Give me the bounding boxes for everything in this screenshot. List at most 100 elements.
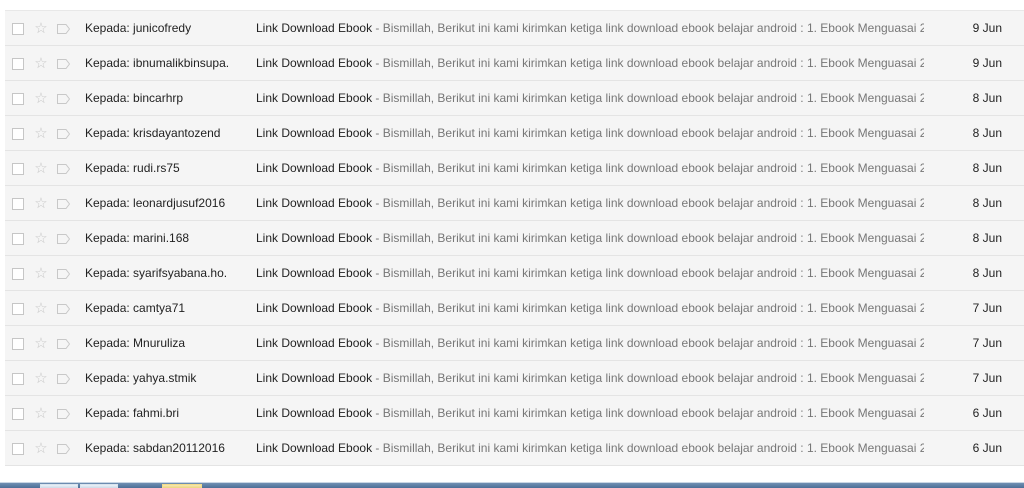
checkbox-icon[interactable] bbox=[12, 233, 24, 245]
mail-message: Link Download Ebook - Bismillah, Berikut… bbox=[256, 81, 924, 116]
importance-marker-icon[interactable] bbox=[57, 59, 70, 69]
windows-taskbar bbox=[0, 482, 1024, 488]
mail-snippet: Bismillah, Berikut ini kami kirimkan ket… bbox=[382, 406, 924, 420]
star-icon[interactable]: ☆ bbox=[34, 221, 48, 256]
mail-row[interactable]: ☆ Kepada: bincarhrp Link Download Ebook … bbox=[5, 81, 1024, 116]
star-icon[interactable]: ☆ bbox=[34, 11, 48, 46]
mail-separator: - bbox=[372, 91, 383, 105]
checkbox-icon[interactable] bbox=[12, 163, 24, 175]
mail-recipient: Kepada: camtya71 bbox=[85, 301, 186, 315]
mail-snippet: Bismillah, Berikut ini kami kirimkan ket… bbox=[382, 301, 924, 315]
mail-row[interactable]: ☆ Kepada: yahya.stmik Link Download Eboo… bbox=[5, 361, 1024, 396]
star-icon[interactable]: ☆ bbox=[34, 46, 48, 81]
mail-snippet: Bismillah, Berikut ini kami kirimkan ket… bbox=[382, 336, 924, 350]
checkbox-icon[interactable] bbox=[12, 408, 24, 420]
mail-date: 7 Jun bbox=[972, 301, 1002, 315]
importance-marker-icon[interactable] bbox=[57, 129, 70, 139]
mail-row[interactable]: ☆ Kepada: sabdan20112016 Link Download E… bbox=[5, 431, 1024, 466]
mail-separator: - bbox=[372, 441, 383, 455]
importance-marker-icon[interactable] bbox=[57, 339, 70, 349]
mail-row[interactable]: ☆ Kepada: ibnumalikbinsupa. Link Downloa… bbox=[5, 46, 1024, 81]
taskbar-button[interactable] bbox=[80, 484, 118, 488]
mail-recipient: Kepada: fahmi.bri bbox=[85, 406, 180, 420]
checkbox-icon[interactable] bbox=[12, 268, 24, 280]
star-icon[interactable]: ☆ bbox=[34, 326, 48, 361]
mail-snippet: Bismillah, Berikut ini kami kirimkan ket… bbox=[382, 21, 924, 35]
star-icon[interactable]: ☆ bbox=[34, 151, 48, 186]
importance-marker-icon[interactable] bbox=[57, 24, 70, 34]
mail-date: 6 Jun bbox=[972, 441, 1002, 455]
mail-snippet: Bismillah, Berikut ini kami kirimkan ket… bbox=[382, 161, 924, 175]
mail-date: 9 Jun bbox=[972, 56, 1002, 70]
mail-subject: Link Download Ebook bbox=[256, 126, 373, 140]
mail-recipient: Kepada: sabdan20112016 bbox=[85, 441, 225, 455]
mail-row[interactable]: ☆ Kepada: rudi.rs75 Link Download Ebook … bbox=[5, 151, 1024, 186]
mail-date: 7 Jun bbox=[972, 336, 1002, 350]
importance-marker-icon[interactable] bbox=[57, 304, 70, 314]
mail-date: 6 Jun bbox=[972, 406, 1002, 420]
mail-date: 8 Jun bbox=[972, 161, 1002, 175]
mail-snippet: Bismillah, Berikut ini kami kirimkan ket… bbox=[382, 126, 924, 140]
mail-recipient: Kepada: bincarhrp bbox=[85, 91, 184, 105]
checkbox-icon[interactable] bbox=[12, 198, 24, 210]
taskbar-button-active[interactable] bbox=[162, 484, 202, 488]
mail-recipient: Kepada: leonardjusuf2016 bbox=[85, 196, 226, 210]
mail-date: 9 Jun bbox=[972, 21, 1002, 35]
checkbox-icon[interactable] bbox=[12, 128, 24, 140]
star-icon[interactable]: ☆ bbox=[34, 396, 48, 431]
checkbox-icon[interactable] bbox=[12, 373, 24, 385]
star-icon[interactable]: ☆ bbox=[34, 186, 48, 221]
importance-marker-icon[interactable] bbox=[57, 269, 70, 279]
mail-separator: - bbox=[372, 266, 383, 280]
mail-row[interactable]: ☆ Kepada: fahmi.bri Link Download Ebook … bbox=[5, 396, 1024, 431]
mail-subject: Link Download Ebook bbox=[256, 266, 373, 280]
mail-snippet: Bismillah, Berikut ini kami kirimkan ket… bbox=[382, 441, 924, 455]
mail-snippet: Bismillah, Berikut ini kami kirimkan ket… bbox=[382, 56, 924, 70]
mail-separator: - bbox=[372, 161, 383, 175]
mail-row[interactable]: ☆ Kepada: syarifsyabana.ho. Link Downloa… bbox=[5, 256, 1024, 291]
mail-list-window: ☆ Kepada: junicofredy Link Download Eboo… bbox=[0, 0, 1024, 488]
checkbox-icon[interactable] bbox=[12, 23, 24, 35]
mail-recipient: Kepada: ibnumalikbinsupa. bbox=[85, 56, 230, 70]
importance-marker-icon[interactable] bbox=[57, 374, 70, 384]
star-icon[interactable]: ☆ bbox=[34, 431, 48, 466]
importance-marker-icon[interactable] bbox=[57, 199, 70, 209]
taskbar-button[interactable] bbox=[40, 484, 78, 488]
star-icon[interactable]: ☆ bbox=[34, 361, 48, 396]
mail-recipient: Kepada: krisdayantozend bbox=[85, 126, 221, 140]
importance-marker-icon[interactable] bbox=[57, 94, 70, 104]
importance-marker-icon[interactable] bbox=[57, 409, 70, 419]
mail-row[interactable]: ☆ Kepada: marini.168 Link Download Ebook… bbox=[5, 221, 1024, 256]
mail-row[interactable]: ☆ Kepada: krisdayantozend Link Download … bbox=[5, 116, 1024, 151]
importance-marker-icon[interactable] bbox=[57, 164, 70, 174]
importance-marker-icon[interactable] bbox=[57, 444, 70, 454]
mail-recipient: Kepada: Mnuruliza bbox=[85, 336, 186, 350]
checkbox-icon[interactable] bbox=[12, 58, 24, 70]
checkbox-icon[interactable] bbox=[12, 303, 24, 315]
mail-snippet: Bismillah, Berikut ini kami kirimkan ket… bbox=[382, 91, 924, 105]
mail-date: 8 Jun bbox=[972, 196, 1002, 210]
mail-row[interactable]: ☆ Kepada: leonardjusuf2016 Link Download… bbox=[5, 186, 1024, 221]
checkbox-icon[interactable] bbox=[12, 93, 24, 105]
star-icon[interactable]: ☆ bbox=[34, 256, 48, 291]
mail-date: 8 Jun bbox=[972, 91, 1002, 105]
mail-separator: - bbox=[372, 21, 383, 35]
mail-row[interactable]: ☆ Kepada: Mnuruliza Link Download Ebook … bbox=[5, 326, 1024, 361]
mail-snippet: Bismillah, Berikut ini kami kirimkan ket… bbox=[382, 231, 924, 245]
mail-date: 8 Jun bbox=[972, 231, 1002, 245]
mail-separator: - bbox=[372, 231, 383, 245]
mail-separator: - bbox=[372, 406, 383, 420]
mail-list: ☆ Kepada: junicofredy Link Download Eboo… bbox=[5, 10, 1024, 466]
mail-subject: Link Download Ebook bbox=[256, 196, 373, 210]
mail-separator: - bbox=[372, 126, 383, 140]
star-icon[interactable]: ☆ bbox=[34, 81, 48, 116]
importance-marker-icon[interactable] bbox=[57, 234, 70, 244]
checkbox-icon[interactable] bbox=[12, 443, 24, 455]
checkbox-icon[interactable] bbox=[12, 338, 24, 350]
mail-row[interactable]: ☆ Kepada: junicofredy Link Download Eboo… bbox=[5, 11, 1024, 46]
star-icon[interactable]: ☆ bbox=[34, 116, 48, 151]
star-icon[interactable]: ☆ bbox=[34, 291, 48, 326]
mail-subject: Link Download Ebook bbox=[256, 336, 373, 350]
mail-message: Link Download Ebook - Bismillah, Berikut… bbox=[256, 291, 924, 326]
mail-row[interactable]: ☆ Kepada: camtya71 Link Download Ebook -… bbox=[5, 291, 1024, 326]
